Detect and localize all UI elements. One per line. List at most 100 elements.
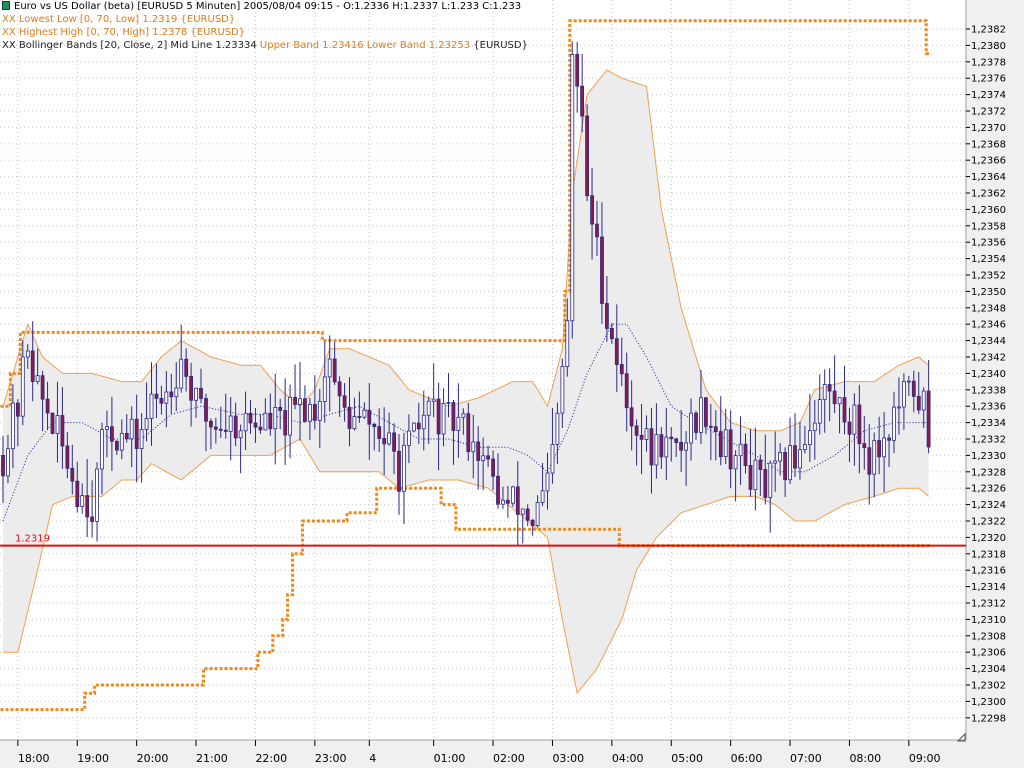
time-tick-label: 18:00 bbox=[18, 752, 50, 765]
candle-body-up bbox=[149, 393, 154, 419]
highest-lowest-channel bbox=[0, 19, 932, 712]
candle-body-down bbox=[347, 406, 352, 429]
candle-body-up bbox=[228, 415, 233, 432]
candle-body-up bbox=[179, 358, 184, 389]
candle-body-down bbox=[357, 416, 362, 418]
candle-body-down bbox=[585, 115, 589, 197]
price-tick-label: 1,2330 bbox=[971, 451, 1006, 462]
candle-body-up bbox=[535, 502, 540, 527]
candle-body-up bbox=[406, 430, 411, 446]
price-tick-label: 1,2304 bbox=[971, 664, 1006, 675]
candle-body-down bbox=[466, 413, 471, 453]
price-tick-label: 1,2322 bbox=[971, 517, 1006, 528]
price-tick-label: 1,2356 bbox=[971, 238, 1006, 249]
candle-body-down bbox=[293, 396, 298, 405]
candle-body-down bbox=[600, 236, 604, 304]
candle-body-up bbox=[421, 414, 426, 430]
time-tick-label: 07:00 bbox=[790, 752, 822, 765]
price-tick-label: 1,2348 bbox=[971, 303, 1006, 314]
candle-body-down bbox=[887, 437, 891, 441]
candle-body-down bbox=[1, 454, 5, 477]
candle-body-down bbox=[397, 450, 401, 492]
candle-body-down bbox=[926, 390, 931, 448]
candle-body-up bbox=[119, 432, 124, 451]
candle-body-up bbox=[798, 449, 802, 469]
candle-body-up bbox=[565, 320, 570, 368]
legend-bollinger-row[interactable]: XX Bollinger Bands [20, Close, 2] Mid Li… bbox=[2, 39, 528, 52]
price-tick-label: 1,2340 bbox=[971, 369, 1006, 380]
price-tick-label: 1,2380 bbox=[971, 41, 1006, 52]
candle-body-up bbox=[644, 428, 649, 440]
candle-body-down bbox=[832, 390, 837, 405]
price-tick-label: 1,2326 bbox=[971, 484, 1006, 495]
candle-body-up bbox=[902, 381, 906, 408]
candle-body-up bbox=[20, 356, 25, 417]
candle-body-down bbox=[392, 432, 397, 452]
candle-body-up bbox=[431, 398, 436, 402]
candle-body-down bbox=[595, 223, 599, 238]
candle-body-down bbox=[624, 373, 629, 409]
symbol-icon bbox=[2, 1, 10, 10]
candle-body-down bbox=[416, 422, 421, 430]
time-tick-label: 19:00 bbox=[77, 752, 109, 765]
candle-body-down bbox=[505, 499, 510, 504]
candle-body-down bbox=[30, 350, 35, 382]
legend-title-row[interactable]: Euro vs US Dollar (beta) [EURUSD 5 Minut… bbox=[2, 0, 528, 13]
candle-body-up bbox=[921, 390, 926, 411]
candle-body-up bbox=[768, 462, 773, 498]
candle-body-up bbox=[738, 443, 743, 457]
bollinger-bands bbox=[2, 69, 929, 695]
price-axis[interactable]: 1,2298 1,2300 1,2302 1,2304 1,2306 1,2308 1,23… bbox=[966, 25, 1006, 725]
time-tick-label: 02:00 bbox=[493, 752, 525, 765]
candle-body-down bbox=[862, 443, 867, 449]
candle-body-down bbox=[208, 420, 213, 428]
candle-body-down bbox=[253, 422, 258, 428]
candle-body-up bbox=[362, 409, 367, 418]
candle-body-up bbox=[426, 400, 431, 416]
candle-body-down bbox=[436, 398, 441, 435]
price-tick-label: 1,2358 bbox=[971, 221, 1006, 232]
price-tick-label: 1,2338 bbox=[971, 385, 1006, 396]
candle-body-down bbox=[590, 195, 594, 225]
candle-body-down bbox=[629, 407, 634, 427]
candle-body-up bbox=[808, 430, 812, 446]
candle-body-down bbox=[312, 403, 317, 421]
candle-body-down bbox=[110, 426, 114, 442]
candle-body-up bbox=[822, 384, 827, 401]
candle-body-down bbox=[204, 398, 208, 422]
candle-body-down bbox=[580, 85, 584, 117]
candle-body-down bbox=[674, 438, 679, 443]
candle-body-up bbox=[174, 387, 179, 398]
candle-body-up bbox=[699, 397, 703, 433]
legend-lowest-low-row[interactable]: XX Lowest Low [0, 70, Low] 1.2319 {EURUS… bbox=[2, 13, 528, 26]
price-tick-label: 1,2382 bbox=[971, 25, 1006, 36]
legend-bollinger-prefix: Bollinger Bands [20, Close, 2] Mid Line … bbox=[18, 40, 260, 51]
price-tick-label: 1,2320 bbox=[971, 533, 1006, 544]
candle-body-up bbox=[872, 440, 877, 475]
candle-body-down bbox=[159, 397, 164, 404]
price-tick-label: 1,2360 bbox=[971, 205, 1006, 216]
price-tick-label: 1,2314 bbox=[971, 582, 1006, 593]
candle-body-down bbox=[184, 358, 189, 377]
candle-body-up bbox=[570, 54, 575, 322]
candle-body-up bbox=[456, 416, 461, 431]
indicator-marker: XX bbox=[2, 14, 16, 25]
candle-body-down bbox=[619, 364, 624, 375]
candle-body-down bbox=[704, 397, 708, 427]
candle-body-up bbox=[194, 387, 199, 401]
candle-body-down bbox=[605, 303, 609, 329]
candle-body-up bbox=[654, 434, 659, 466]
candle-body-down bbox=[842, 397, 847, 423]
candle-body-down bbox=[302, 398, 307, 422]
candle-body-down bbox=[679, 441, 683, 451]
legend-highest-high-row[interactable]: XX Highest High [0, 70, High] 1.2378 {EU… bbox=[2, 26, 528, 39]
candle-body-down bbox=[15, 402, 20, 417]
candle-body-down bbox=[65, 445, 70, 469]
candle-body-down bbox=[199, 387, 203, 399]
time-tick-label: 22:00 bbox=[255, 752, 287, 765]
candle-body-up bbox=[100, 429, 104, 470]
candle-body-up bbox=[25, 350, 30, 358]
candle-body-down bbox=[154, 393, 159, 399]
candle-body-down bbox=[575, 54, 580, 87]
time-tick-label: 06:00 bbox=[731, 752, 763, 765]
